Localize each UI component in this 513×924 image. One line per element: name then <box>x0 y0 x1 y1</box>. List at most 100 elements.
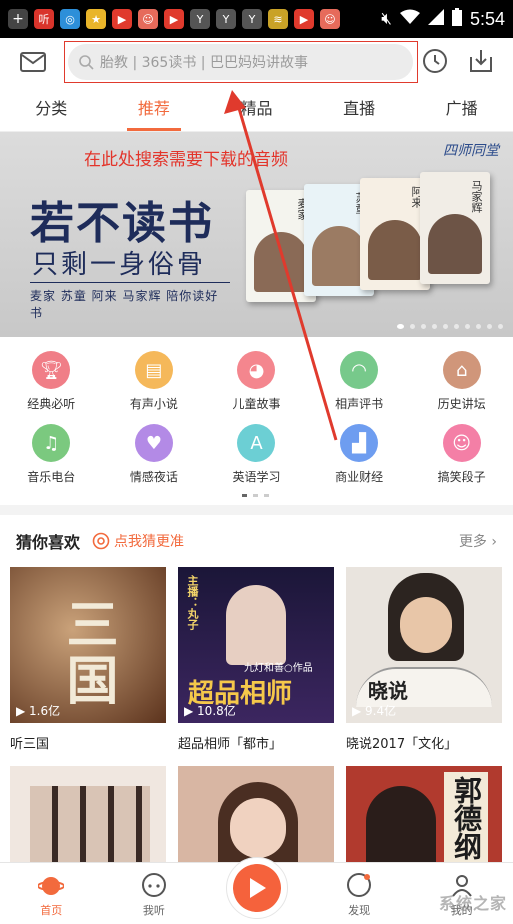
watermark: 系统之家 <box>438 894 507 913</box>
banner-brand: 四师同堂 <box>443 143 499 159</box>
category-item[interactable]: ☺ 搞笑段子 <box>410 424 513 485</box>
music-note-icon: ♫ <box>32 424 71 462</box>
tab-live[interactable]: 直播 <box>308 86 411 131</box>
album-title: 超品相师「都市」 <box>178 737 283 752</box>
category-label: 经典必听 <box>27 397 76 411</box>
play-button[interactable] <box>226 857 288 919</box>
play-count: ▶ 1.6亿 <box>16 704 61 718</box>
tab-category[interactable]: 分类 <box>0 86 103 131</box>
trophy-icon: 🏆︎ <box>32 351 71 389</box>
category-label: 搞笑段子 <box>437 470 486 484</box>
tab-radio[interactable]: 广播 <box>410 86 513 131</box>
video-notify-icon: ▶ <box>294 9 314 29</box>
banner-subtitle: 只剩一身俗骨 <box>32 250 207 280</box>
album-card[interactable]: 三国 ▶ 1.6亿 听三国 <box>10 567 166 766</box>
add-icon: + <box>8 9 28 29</box>
album-title: 晓说2017「文化」 <box>346 737 458 752</box>
heart-icon: ♥ <box>134 424 173 462</box>
pig-icon: ◕ <box>237 351 276 389</box>
category-label: 相声评书 <box>335 397 384 411</box>
chart-icon: ▟ <box>340 424 379 462</box>
annotation-highlight-box <box>64 41 418 83</box>
play-icon <box>250 878 266 898</box>
album-cover: 晓说 ▶ 9.4亿 <box>346 567 502 723</box>
video-notify-icon: ▶ <box>112 9 132 29</box>
album-title: 听三国 <box>10 737 50 752</box>
category-item[interactable]: ◠ 相声评书 <box>308 351 411 412</box>
category-item[interactable]: A 英语学习 <box>205 424 308 485</box>
category-item[interactable]: ♥ 情感夜话 <box>103 424 206 485</box>
album-card[interactable]: 晓说 ▶ 9.4亿 晓说2017「文化」 <box>346 567 502 766</box>
album-cover[interactable]: 郭德纲 <box>346 766 502 876</box>
download-icon[interactable] <box>467 47 495 75</box>
status-bar: + 听 ◎ ★ ▶ ☺ ▶ Y Y Y ≋ ▶ ☺ 🔇︎ 5:54 <box>0 0 513 38</box>
category-label: 商业财经 <box>335 470 384 484</box>
yi-notify-icon: Y <box>216 9 236 29</box>
signal-icon <box>427 8 444 30</box>
album-cover: 三国 ▶ 1.6亿 <box>10 567 166 723</box>
smile-icon: ☺ <box>442 424 481 462</box>
letter-a-icon: A <box>237 424 276 462</box>
category-item[interactable]: ◕ 儿童故事 <box>205 351 308 412</box>
nav-home[interactable]: 首页 <box>0 863 103 924</box>
history-clock-icon[interactable] <box>421 47 449 75</box>
avatar-notify-icon: ☺ <box>320 9 340 29</box>
tab-premium[interactable]: 精品 <box>205 86 308 131</box>
category-label: 音乐电台 <box>27 470 76 484</box>
book-icon: ▤ <box>134 351 173 389</box>
category-item[interactable]: ▟ 商业财经 <box>308 424 411 485</box>
mute-icon: 🔇︎ <box>381 9 392 29</box>
target-icon <box>92 532 110 550</box>
category-pagination <box>242 494 269 497</box>
category-item[interactable]: ⌂ 历史讲坛 <box>410 351 513 412</box>
headphones-icon <box>141 873 166 897</box>
pavilion-icon: ⌂ <box>442 351 481 389</box>
battery-icon <box>451 7 462 31</box>
mail-icon[interactable] <box>20 52 46 72</box>
guess-you-like-section: 猜你喜欢 点我猜更准 更多 › 三国 ▶ 1.6亿 听三国 主播：丸子 九灯和善… <box>0 515 513 876</box>
category-item[interactable]: 🏆︎ 经典必听 <box>0 351 103 412</box>
album-cover: 主播：丸子 九灯和善○作品 超品相师 ▶ 10.8亿 <box>178 567 334 723</box>
home-planet-icon <box>38 877 65 895</box>
star-notify-icon: ★ <box>86 9 106 29</box>
app-notify-icon: 听 <box>34 9 54 29</box>
more-link[interactable]: 更多 › <box>459 531 497 551</box>
fan-icon: ◠ <box>340 351 379 389</box>
wifi-app-notify-icon: ≋ <box>268 9 288 29</box>
category-item[interactable]: ♫ 音乐电台 <box>0 424 103 485</box>
album-cover[interactable] <box>10 766 166 876</box>
category-label: 有声小说 <box>129 397 178 411</box>
yi-notify-icon: Y <box>190 9 210 29</box>
category-label: 情感夜话 <box>129 470 178 484</box>
chevron-right-icon: › <box>491 534 497 550</box>
bottom-nav: 首页 我听 发现 我的 系统之家 <box>0 857 513 924</box>
category-item[interactable]: ▤ 有声小说 <box>103 351 206 412</box>
banner-authors: 麦家 苏童 阿来 马家辉 陪你读好书 <box>30 282 230 321</box>
wifi-icon <box>399 9 420 30</box>
annotation-text: 在此处搜索需要下载的音频 <box>84 150 288 170</box>
tab-bar: 分类 推荐 精品 直播 广播 <box>0 86 513 132</box>
avatar-notify-icon: ☺ <box>138 9 158 29</box>
refine-guess-link[interactable]: 点我猜更准 <box>92 531 184 551</box>
book-cover: 马家辉 <box>420 172 490 284</box>
play-count: ▶ 10.8亿 <box>184 704 236 718</box>
album-card[interactable]: 主播：丸子 九灯和善○作品 超品相师 ▶ 10.8亿 超品相师「都市」 <box>178 567 334 766</box>
category-label: 英语学习 <box>232 470 281 484</box>
play-count: ▶ 9.4亿 <box>352 704 397 718</box>
section-title: 猜你喜欢 <box>16 533 81 552</box>
category-label: 儿童故事 <box>232 397 281 411</box>
clock: 5:54 <box>469 8 505 29</box>
browser-notify-icon: ◎ <box>60 9 80 29</box>
category-grid: 🏆︎ 经典必听 ▤ 有声小说 ◕ 儿童故事 ◠ 相声评书 ⌂ 历史讲坛 ♫ 音乐电台 ♥ 情感夜话 A 英语学… <box>0 337 513 505</box>
nav-listen[interactable]: 我听 <box>103 863 206 924</box>
yi-notify-icon: Y <box>242 9 262 29</box>
tab-recommend[interactable]: 推荐 <box>103 86 206 131</box>
notification-icons: + 听 ◎ ★ ▶ ☺ ▶ Y Y Y ≋ ▶ ☺ <box>8 9 340 29</box>
banner-title: 若不读书 <box>30 198 214 249</box>
banner-pagination <box>397 324 503 329</box>
discover-icon <box>347 873 372 897</box>
category-label: 历史讲坛 <box>437 397 486 411</box>
video-notify-icon: ▶ <box>164 9 184 29</box>
nav-discover[interactable]: 发现 <box>308 863 411 924</box>
top-bar: 胎教 | 365读书 | 巴巴妈妈讲故事 <box>0 38 513 86</box>
